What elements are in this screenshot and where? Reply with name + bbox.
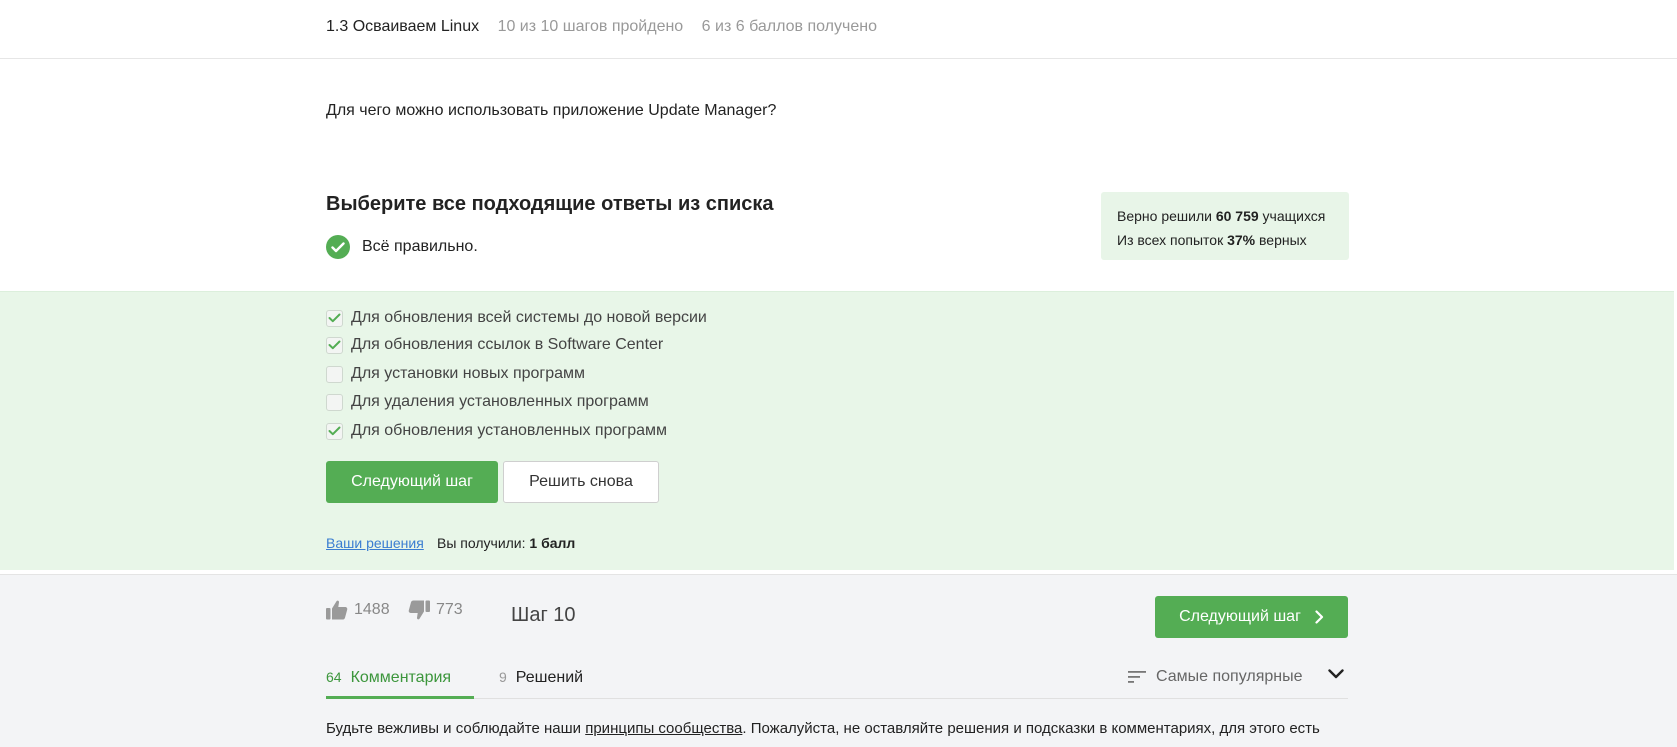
sort-lines-icon <box>1128 670 1146 684</box>
answer-label[interactable]: Для обновления всей системы до новой вер… <box>351 309 707 327</box>
answer-label[interactable]: Для установки новых программ <box>351 365 585 383</box>
stats-solved-suffix: учащихся <box>1262 208 1326 224</box>
sort-dropdown[interactable]: Самые популярные <box>1128 668 1344 686</box>
thumbs-down-icon <box>408 600 430 620</box>
answers-panel <box>0 291 1674 570</box>
stats-box: Верно решили 60 759 учащихся Из всех поп… <box>1101 192 1349 260</box>
tab-comments[interactable]: 64 Комментария <box>326 669 451 687</box>
answer-option[interactable]: Для обновления всей системы до новой вер… <box>326 309 707 327</box>
quiz-instruction: Выберите все подходящие ответы из списка <box>326 193 774 215</box>
rules-before: Будьте вежливы и соблюдайте наши <box>326 720 586 737</box>
checkbox[interactable] <box>326 309 343 327</box>
thumbs-up-icon <box>326 600 348 620</box>
tab-count: 64 <box>326 669 342 685</box>
score-progress: 6 из 6 баллов получено <box>701 18 877 35</box>
your-solutions-link[interactable]: Ваши решения <box>326 535 424 551</box>
lesson-header: 1.3 Осваиваем Linux 10 из 10 шагов пройд… <box>0 0 1677 59</box>
dislikes-count: 773 <box>436 601 463 618</box>
rules-after: . Пожалуйста, не оставляйте решения и по… <box>742 720 1320 737</box>
next-step-button[interactable]: Следующий шаг <box>326 461 498 503</box>
answer-option[interactable]: Для удаления установленных программ <box>326 393 649 411</box>
tab-label: Комментария <box>350 669 452 686</box>
answer-label[interactable]: Для удаления установленных программ <box>351 393 649 411</box>
answer-label[interactable]: Для обновления ссылок в Software Center <box>351 336 663 354</box>
answer-option[interactable]: Для установки новых программ <box>326 365 585 383</box>
dislike-button[interactable]: 773 <box>408 600 463 620</box>
like-button[interactable]: 1488 <box>326 600 390 620</box>
stats-solved-count: 60 759 <box>1215 208 1259 224</box>
stats-solved: Верно решили 60 759 учащихся <box>1117 204 1333 228</box>
lesson-title[interactable]: 1.3 Осваиваем Linux <box>326 18 479 35</box>
quiz-result: Всё правильно. <box>326 235 478 259</box>
community-rules-notice: Будьте вежливы и соблюдайте наши принцип… <box>326 720 1320 737</box>
answer-label[interactable]: Для обновления установленных программ <box>351 422 667 440</box>
checkbox[interactable] <box>326 336 343 354</box>
tab-solutions[interactable]: 9 Решений <box>499 669 583 687</box>
score-result: Вы получили: 1 балл <box>437 535 575 551</box>
lesson-header-inner: 1.3 Осваиваем Linux 10 из 10 шагов пройд… <box>326 18 877 36</box>
community-rules-link[interactable]: принципы сообщества <box>585 720 742 737</box>
likes-count: 1488 <box>354 601 390 618</box>
checkbox-check-icon <box>328 426 341 436</box>
check-circle-icon <box>326 235 350 259</box>
checkbox[interactable] <box>326 422 343 440</box>
sort-label: Самые популярные <box>1156 668 1303 685</box>
score-prefix: Вы получили: <box>437 535 526 551</box>
checkbox-check-icon <box>328 340 341 350</box>
tab-label: Решений <box>515 669 584 686</box>
checkbox-check-icon <box>328 313 341 323</box>
footer-next-step-button[interactable]: Следующий шаг <box>1155 596 1348 638</box>
checkbox[interactable] <box>326 393 343 411</box>
footer-next-label: Следующий шаг <box>1179 608 1301 625</box>
stats-attempts-percent: 37% <box>1227 232 1256 248</box>
steps-progress: 10 из 10 шагов пройдено <box>497 18 684 35</box>
stats-attempts-suffix: верных <box>1259 232 1307 248</box>
answer-option[interactable]: Для обновления ссылок в Software Center <box>326 336 663 354</box>
step-label: Шаг 10 <box>511 604 576 626</box>
question-text: Для чего можно использовать приложение U… <box>326 102 777 119</box>
chevron-right-icon <box>1315 610 1324 624</box>
result-text: Всё правильно. <box>362 238 478 255</box>
tab-count: 9 <box>499 669 507 685</box>
tabs-divider <box>326 698 1348 699</box>
score-value: 1 балл <box>529 535 576 551</box>
stats-solved-prefix: Верно решили <box>1117 208 1212 224</box>
checkbox[interactable] <box>326 365 343 383</box>
chevron-down-icon[interactable] <box>1328 669 1344 679</box>
stats-attempts-prefix: Из всех попыток <box>1117 232 1224 248</box>
retry-button[interactable]: Решить снова <box>503 461 659 503</box>
stats-attempts: Из всех попыток 37% верных <box>1117 228 1333 252</box>
answer-option[interactable]: Для обновления установленных программ <box>326 422 667 440</box>
active-tab-indicator <box>326 696 474 699</box>
